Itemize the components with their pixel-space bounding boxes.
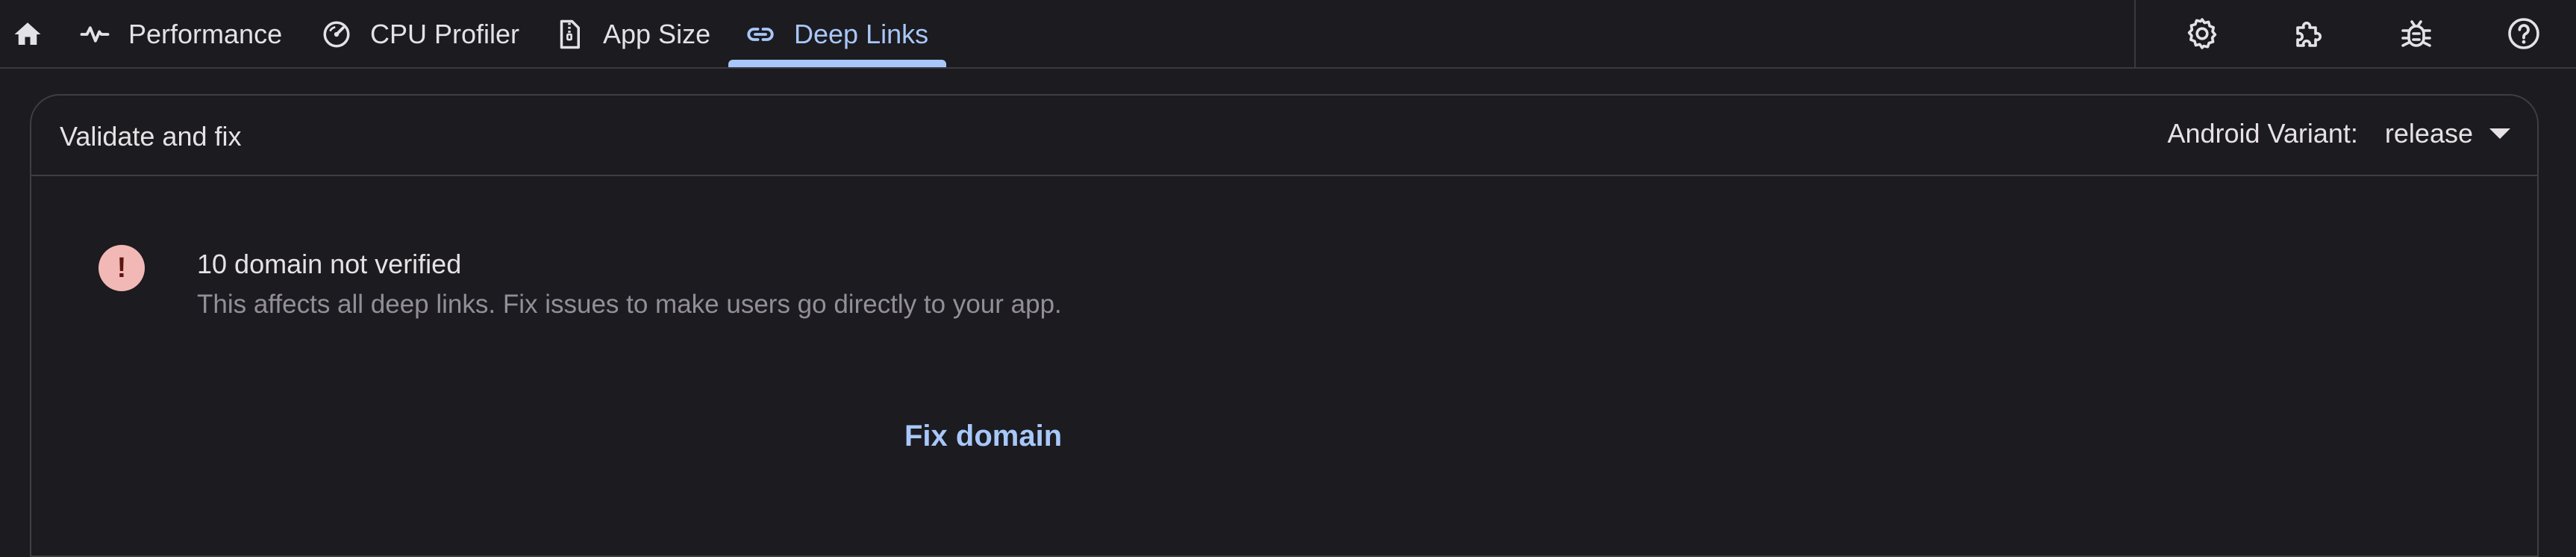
- error-title: 10 domain not verified: [197, 249, 462, 279]
- dropdown-caret-icon: [2489, 128, 2510, 139]
- error-icon: !: [99, 245, 145, 291]
- tab-cpu-profiler[interactable]: CPU Profiler: [319, 0, 519, 69]
- tab-app-size-label: App Size: [603, 19, 711, 49]
- tab-app-size[interactable]: App Size: [552, 0, 710, 69]
- pulse-icon: [78, 17, 112, 52]
- validate-card: Validate and fix Android Variant: releas…: [30, 94, 2539, 557]
- tab-home[interactable]: [10, 0, 45, 69]
- top-navigation-bar: Performance CPU Profiler App Size Deep L…: [0, 0, 2576, 69]
- card-header: Validate and fix Android Variant: releas…: [31, 96, 2537, 176]
- puzzle-icon[interactable]: [2290, 14, 2329, 53]
- link-icon: [743, 17, 778, 52]
- error-text: 10 domain not verified This affects all …: [197, 245, 1152, 323]
- error-description: This affects all deep links. Fix issues …: [197, 290, 1062, 319]
- android-variant-dropdown[interactable]: release: [2385, 118, 2510, 149]
- gauge-icon: [319, 17, 354, 52]
- tab-deep-links-label: Deep Links: [794, 19, 929, 49]
- home-icon: [10, 17, 45, 52]
- bug-icon[interactable]: [2397, 14, 2436, 53]
- android-variant-label: Android Variant:: [2167, 118, 2358, 149]
- card-title: Validate and fix: [60, 121, 242, 152]
- toolbar-actions: [2134, 0, 2576, 67]
- tab-performance-label: Performance: [128, 19, 283, 49]
- android-variant-selector: Android Variant: release: [2167, 118, 2510, 149]
- tab-deep-links[interactable]: Deep Links: [743, 0, 928, 69]
- gear-icon[interactable]: [2183, 14, 2222, 53]
- help-icon[interactable]: [2504, 14, 2543, 53]
- android-variant-value: release: [2384, 118, 2473, 149]
- tab-cpu-profiler-label: CPU Profiler: [370, 19, 520, 49]
- fix-domain-button[interactable]: Fix domain: [904, 420, 1062, 453]
- zip-file-icon: [552, 17, 587, 52]
- tab-performance[interactable]: Performance: [78, 0, 282, 69]
- selected-tab-indicator: [728, 60, 946, 67]
